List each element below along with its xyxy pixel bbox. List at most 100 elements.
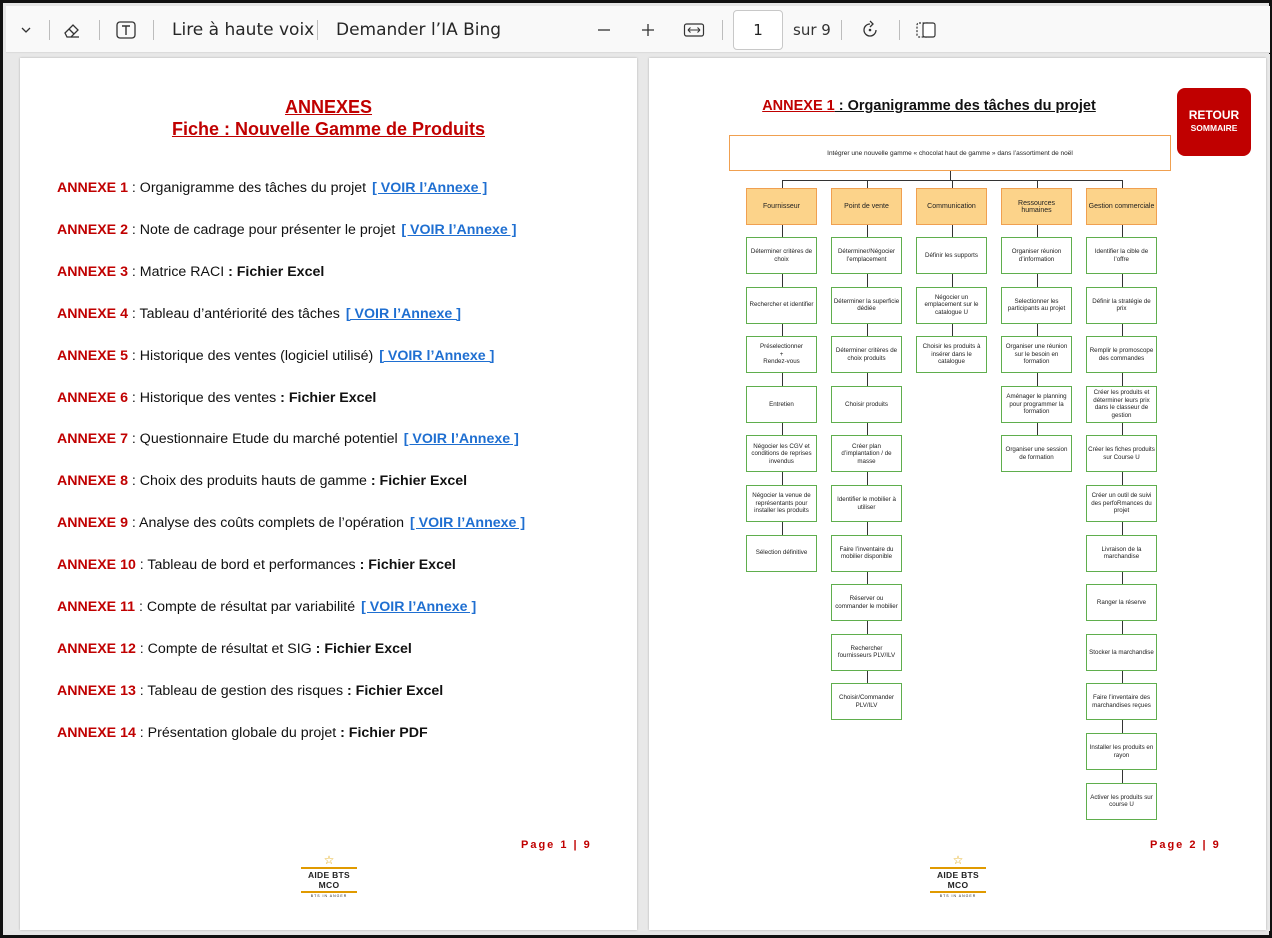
org-chart: Intégrer une nouvelle gamme « chocolat h…	[649, 58, 1266, 930]
org-task-box: Organiser réunion d’information	[1001, 237, 1072, 274]
annexe-id: ANNEXE 4	[57, 305, 128, 322]
logo-subtext: BTS IN ANGER	[939, 894, 977, 898]
annexe-file-type: : Fichier Excel	[228, 263, 325, 280]
org-task-box: Rechercher et identifier	[746, 286, 817, 324]
org-task-box: Activer les produits sur course U	[1086, 782, 1157, 820]
page-number-input[interactable]	[733, 10, 783, 50]
connector-line	[951, 180, 953, 188]
org-task-box: Choisir produits	[831, 385, 902, 423]
connector-line	[951, 225, 953, 237]
connector-line	[866, 670, 868, 684]
annexe-row: ANNEXE 10 : Tableau de bord et performan…	[57, 557, 456, 573]
org-column-head: Point de vente	[831, 188, 902, 225]
annexe-id: ANNEXE 13	[57, 682, 136, 699]
page-view-icon[interactable]	[912, 6, 940, 53]
connector-line	[781, 422, 783, 436]
connector-line	[1036, 422, 1038, 436]
org-task-box: Choisir les produits à insérer dans le c…	[916, 336, 987, 374]
document-viewport[interactable]: ANNEXES Fiche : Nouvelle Gamme de Produi…	[6, 54, 1270, 931]
org-task-box: Identifier la cible de l’offre	[1086, 237, 1157, 274]
eraser-icon[interactable]	[58, 6, 86, 53]
annexe-description: : Tableau de bord et performances	[135, 557, 360, 574]
annexe-description: : Organigramme des tâches du projet	[127, 180, 367, 196]
annexe-id: ANNEXE 10	[57, 557, 136, 574]
org-task-box: Aménager le planning pour programmer la …	[1001, 385, 1072, 423]
annexe-row: ANNEXE 12 : Compte de résultat et SIG : …	[57, 641, 412, 657]
page-1: ANNEXES Fiche : Nouvelle Gamme de Produi…	[20, 58, 637, 930]
annexe-file-type: : Fichier Excel	[346, 682, 444, 699]
page-title: ANNEXES	[284, 97, 373, 117]
voir-annexe-link[interactable]: [ VOIR l’Annexe ]	[404, 431, 519, 447]
voir-annexe-link[interactable]: [ VOIR l’Annexe ]	[346, 306, 461, 322]
connector-line	[781, 225, 783, 237]
annexe-row: ANNEXE 2 : Note de cadrage pour présente…	[57, 222, 516, 238]
ask-ai-label: Demander l’IA Bing	[336, 19, 502, 40]
connector-line	[781, 373, 783, 386]
annexe-row: ANNEXE 4 : Tableau d’antériorité des tâc…	[57, 306, 461, 322]
connector-line	[1121, 274, 1123, 287]
ask-ai-button[interactable]: Demander l’IA Bing	[336, 6, 501, 53]
voir-annexe-link[interactable]: [ VOIR l’Annexe ]	[379, 348, 494, 364]
org-task-box: Réserver ou commander le mobilier	[831, 584, 902, 622]
org-column-head: Ressources humaines	[1001, 188, 1072, 225]
annexe-file-type: : Fichier Excel	[359, 557, 456, 574]
annexe-description: : Analyse des coûts complets de l’opérat…	[127, 515, 404, 532]
text-icon[interactable]	[112, 6, 140, 53]
voir-annexe-link[interactable]: [ VOIR l’Annexe ]	[361, 599, 476, 615]
zoom-out-icon[interactable]	[592, 6, 616, 53]
connector-line	[1036, 225, 1038, 237]
voir-annexe-link[interactable]: [ VOIR l’Annexe ]	[410, 515, 525, 531]
annexe-id: ANNEXE 3	[57, 263, 128, 280]
connector-line	[866, 571, 868, 585]
fit-width-icon[interactable]	[680, 6, 708, 53]
connector-line	[866, 522, 868, 535]
annexe-description: : Matrice RACI	[127, 263, 229, 280]
connector-line	[866, 422, 868, 436]
org-column-head: Fournisseur	[746, 188, 817, 225]
connector-line	[1036, 323, 1038, 337]
org-task-box: Ranger la réserve	[1086, 584, 1157, 622]
annexe-id: ANNEXE 5	[57, 347, 128, 364]
org-task-box: Livraison de la marchandise	[1086, 534, 1157, 572]
chevron-down-icon[interactable]	[12, 6, 40, 53]
annexe-description: : Historique des ventes (logiciel utilis…	[127, 347, 374, 364]
org-task-box: Déterminer critères de choix produits	[831, 336, 902, 374]
org-task-box: Définir la stratégie de prix	[1086, 286, 1157, 324]
page-total: sur 9	[793, 6, 831, 53]
annexe-row: ANNEXE 7 : Questionnaire Etude du marché…	[57, 431, 519, 447]
voir-annexe-link[interactable]: [ VOIR l’Annexe ]	[372, 180, 487, 196]
org-task-box: Déterminer/Négocier l’emplacement	[831, 237, 902, 274]
annexe-row: ANNEXE 14 : Présentation globale du proj…	[57, 725, 428, 741]
annexe-row: ANNEXE 9 : Analyse des coûts complets de…	[57, 515, 525, 531]
annexe-row: ANNEXE 5 : Historique des ventes (logici…	[57, 348, 494, 364]
rotate-icon[interactable]	[856, 6, 884, 53]
connector-line	[1121, 522, 1123, 535]
annexe-row: ANNEXE 11 : Compte de résultat par varia…	[57, 599, 476, 615]
pdf-toolbar: Lire à haute voix Demander l’IA Bing sur…	[6, 6, 1270, 53]
connector-line	[866, 373, 868, 386]
connector-line	[1121, 422, 1123, 436]
zoom-in-icon[interactable]	[636, 6, 660, 53]
annexe-row: ANNEXE 8 : Choix des produits hauts de g…	[57, 473, 467, 489]
voir-annexe-link[interactable]: [ VOIR l’Annexe ]	[401, 222, 516, 238]
annexe-id: ANNEXE 14	[57, 724, 136, 741]
org-task-box: Choisir/Commander PLV/ILV	[831, 683, 902, 721]
org-task-box: Déterminer critères de choix	[746, 237, 817, 274]
annexe-description: : Historique des ventes	[127, 389, 281, 406]
read-aloud-button[interactable]: Lire à haute voix	[172, 6, 314, 53]
connector-line	[781, 522, 783, 535]
connector-line	[1121, 472, 1123, 485]
org-task-box: Créer plan d’implantation / de masse	[831, 435, 902, 473]
org-task-box: Organiser une session de formation	[1001, 435, 1072, 473]
connector-line	[1121, 225, 1123, 237]
org-task-box: Installer les produits en rayon	[1086, 733, 1157, 770]
org-task-box: Selectionner les participants au projet	[1001, 286, 1072, 324]
org-task-box: Faire l’inventaire des marchandises reçu…	[1086, 683, 1157, 721]
org-task-box: Créer un outil de suivi des perfoRmances…	[1086, 485, 1157, 522]
org-task-box: Définir les supports	[916, 237, 987, 274]
org-task-box: Sélection définitive	[746, 534, 817, 572]
org-task-box: Faire l’inventaire du mobilier disponibl…	[831, 534, 902, 572]
org-task-box: Créer les produits et déterminer leurs p…	[1086, 385, 1157, 423]
logo: ☆ AIDE BTS MCO BTS IN ANGER	[299, 854, 359, 898]
annexe-description: : Tableau de gestion des risques	[135, 682, 347, 699]
